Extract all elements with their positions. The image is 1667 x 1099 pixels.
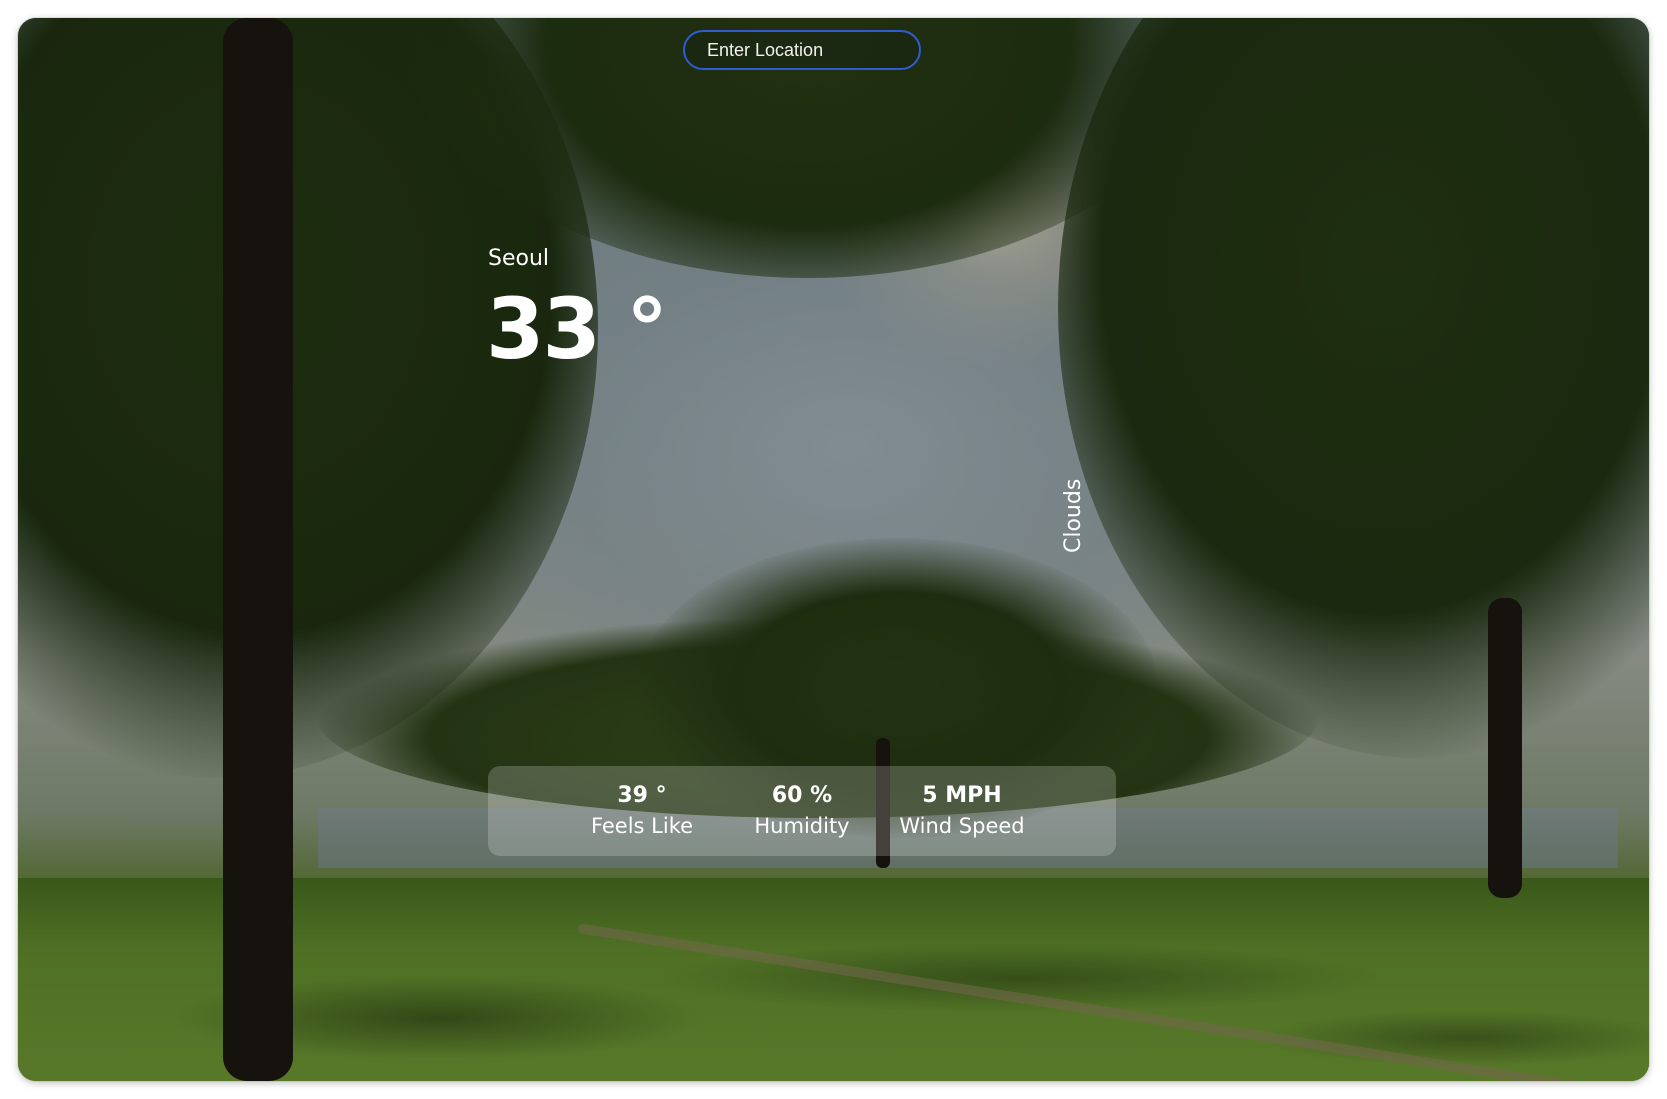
feels-like-value: 39 ° xyxy=(617,783,667,808)
feels-like-label: Feels Like xyxy=(590,814,694,838)
wind-speed-value: 5 MPH xyxy=(922,783,1002,808)
humidity-label: Humidity xyxy=(754,814,850,838)
location-search-input[interactable] xyxy=(683,30,921,70)
weather-condition: Clouds xyxy=(1061,478,1086,553)
stat-feels-like: 39 ° Feels Like xyxy=(577,781,707,841)
weather-stats-panel: 39 ° Feels Like 60 % Humidity 5 MPH Wind… xyxy=(488,766,1116,856)
humidity-value: 60 % xyxy=(771,783,833,808)
stat-wind-speed: 5 MPH Wind Speed xyxy=(897,781,1027,841)
app-window: Seoul 33 ° Clouds 39 ° Feels Like 60 % H… xyxy=(18,18,1649,1081)
city-name: Seoul xyxy=(488,246,550,271)
current-temperature: 33 ° xyxy=(486,280,668,378)
stat-humidity: 60 % Humidity xyxy=(737,781,867,841)
dim-overlay xyxy=(18,18,1649,1081)
wind-speed-label: Wind Speed xyxy=(899,814,1025,838)
